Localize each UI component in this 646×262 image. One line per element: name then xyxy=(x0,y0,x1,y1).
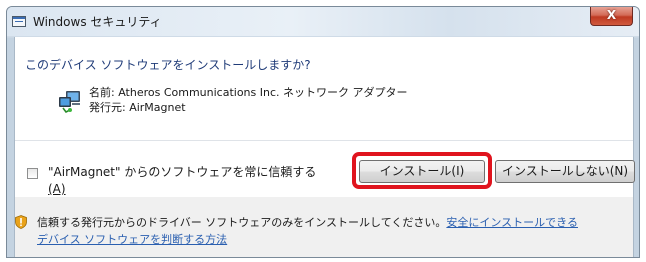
trust-checkbox[interactable] xyxy=(27,168,38,179)
divider xyxy=(15,140,633,141)
install-prompt: このデバイス ソフトウェアをインストールしますか? xyxy=(25,58,311,72)
window-title: Windows セキュリティ xyxy=(33,15,162,29)
close-button[interactable]: X xyxy=(590,7,633,26)
publisher-name: 発行元: AirMagnet xyxy=(89,101,186,114)
security-dialog: Windows セキュリティ X このデバイス ソフトウェアをインストールします… xyxy=(6,6,640,258)
highlight-annotation xyxy=(352,152,492,189)
shield-warning-icon xyxy=(15,215,27,229)
warning-message: 信頼する発行元からのドライバー ソフトウェアのみをインストールしてください。 xyxy=(37,216,447,229)
trust-label-text: "AirMagnet" からのソフトウェアを常に信頼する xyxy=(48,165,317,179)
help-link-part2[interactable]: デバイス ソフトウェアを判断する方法 xyxy=(37,233,227,246)
title-bar[interactable]: Windows セキュリティ X xyxy=(7,7,639,36)
trust-checkbox-label[interactable]: "AirMagnet" からのソフトウェアを常に信頼する (A) xyxy=(48,164,328,198)
network-adapter-icon xyxy=(59,91,80,114)
help-link-part1[interactable]: 安全にインストールできる xyxy=(446,216,578,229)
warning-text-line2: デバイス ソフトウェアを判断する方法 xyxy=(37,231,227,247)
device-name: 名前: Atheros Communications Inc. ネットワーク ア… xyxy=(89,86,408,99)
trust-label-accesskey: (A) xyxy=(48,182,66,196)
window-icon xyxy=(12,16,26,27)
warning-text: 信頼する発行元からのドライバー ソフトウェアのみをインストールしてください。安全… xyxy=(37,214,578,230)
dont-install-button[interactable]: インストールしない(N) xyxy=(495,160,635,183)
